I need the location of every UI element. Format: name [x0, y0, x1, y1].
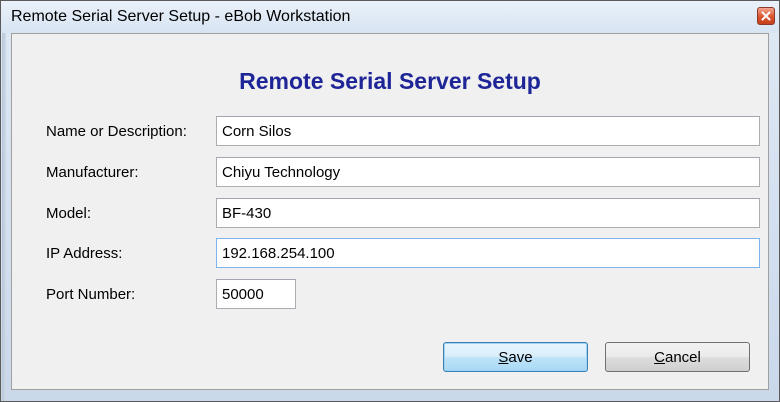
port-number-label: Port Number: — [46, 286, 136, 303]
close-icon — [761, 11, 771, 21]
manufacturer-label: Manufacturer: — [46, 164, 139, 181]
ip-address-field[interactable] — [216, 238, 760, 268]
save-button[interactable]: Save — [443, 342, 588, 372]
cancel-button-label: Cancel — [654, 348, 701, 366]
window-title: Remote Serial Server Setup - eBob Workst… — [11, 8, 351, 25]
cancel-button[interactable]: Cancel — [605, 342, 750, 372]
model-label: Model: — [46, 205, 92, 222]
dialog-window: Remote Serial Server Setup - eBob Workst… — [0, 0, 780, 402]
name-label: Name or Description: — [46, 123, 187, 140]
save-button-label: Save — [498, 348, 533, 366]
manufacturer-field[interactable] — [216, 157, 760, 187]
window-left-edge — [2, 33, 6, 401]
page-title: Remote Serial Server Setup — [239, 68, 541, 94]
dialog-client-area: Remote Serial Server Setup Name or Descr… — [11, 33, 769, 390]
model-field[interactable] — [216, 198, 760, 228]
title-bar[interactable]: Remote Serial Server Setup - eBob Workst… — [1, 1, 779, 33]
name-field[interactable] — [216, 116, 760, 146]
port-number-field[interactable] — [216, 279, 296, 309]
close-button[interactable] — [757, 7, 775, 25]
ip-address-label: IP Address: — [46, 245, 123, 262]
